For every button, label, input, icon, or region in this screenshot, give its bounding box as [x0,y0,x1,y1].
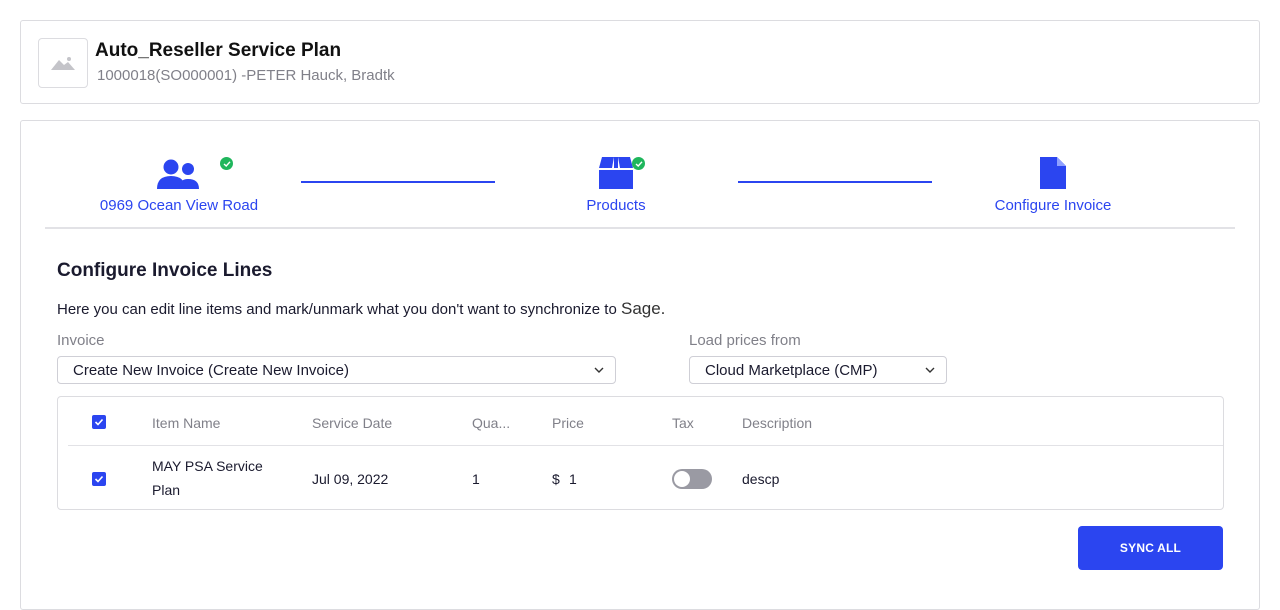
column-header-description[interactable]: Description [742,415,812,431]
section-description: Here you can edit line items and mark/un… [57,299,666,318]
step-label: Products [586,197,646,214]
checkmark-icon [94,418,104,426]
chevron-down-icon [594,367,604,373]
header-divider [68,445,1223,446]
step-complete-check-icon [632,157,645,170]
step-products[interactable]: Products [546,155,686,214]
quantity-cell[interactable]: 1 [472,471,480,487]
step-connector [738,181,932,183]
item-name-cell-line2: Plan [152,482,181,498]
column-header-item-name[interactable]: Item Name [152,415,220,431]
load-prices-select-value: Cloud Marketplace (CMP) [705,361,878,379]
service-date-cell[interactable]: Jul 09, 2022 [312,471,388,487]
section-title: Configure Invoice Lines [57,260,273,281]
image-placeholder-icon [51,57,75,70]
sync-target-label: Sage. [620,299,666,318]
item-name-cell: MAY PSA Service [152,458,263,474]
invoice-label: Invoice [57,332,105,349]
steps-divider [45,227,1235,229]
column-header-service-date[interactable]: Service Date [312,415,392,431]
wizard-card: 0969 Ocean View Road Products Configure [20,120,1260,610]
step-label: Configure Invoice [994,197,1112,214]
load-prices-label: Load prices from [689,332,801,349]
column-header-quantity[interactable]: Qua... [472,415,510,431]
box-icon [599,157,633,189]
step-complete-check-icon [220,157,233,170]
plan-header-card: Auto_Reseller Service Plan 1000018(SO000… [20,20,1260,104]
users-icon [157,159,199,189]
column-header-price[interactable]: Price [552,415,584,431]
plan-title: Auto_Reseller Service Plan [95,40,342,61]
step-connector [301,181,495,183]
step-configure-invoice[interactable]: Configure Invoice [973,155,1133,214]
invoice-lines-table: Item Name Service Date Qua... Price Tax … [57,396,1224,510]
step-customer[interactable]: 0969 Ocean View Road [89,155,269,214]
invoice-select[interactable]: Create New Invoice (Create New Invoice) [57,356,616,384]
chevron-down-icon [925,367,935,373]
plan-image-placeholder [38,38,88,88]
step-label: 0969 Ocean View Road [99,197,259,214]
price-currency: $ [552,471,560,487]
sync-all-button[interactable]: SYNC ALL [1078,526,1223,570]
price-cell[interactable]: 1 [569,471,577,487]
load-prices-select[interactable]: Cloud Marketplace (CMP) [689,356,947,384]
description-cell[interactable]: descp [742,471,779,487]
tax-toggle[interactable] [672,469,712,489]
toggle-knob [674,471,690,487]
document-icon [1040,157,1066,189]
column-header-tax[interactable]: Tax [672,415,694,431]
invoice-select-value: Create New Invoice (Create New Invoice) [73,361,349,379]
checkmark-icon [94,475,104,483]
plan-subtitle: 1000018(SO000001) -PETER Hauck, Bradtk [97,67,395,84]
row-select-checkbox[interactable] [92,472,106,486]
select-all-checkbox[interactable] [92,415,106,429]
